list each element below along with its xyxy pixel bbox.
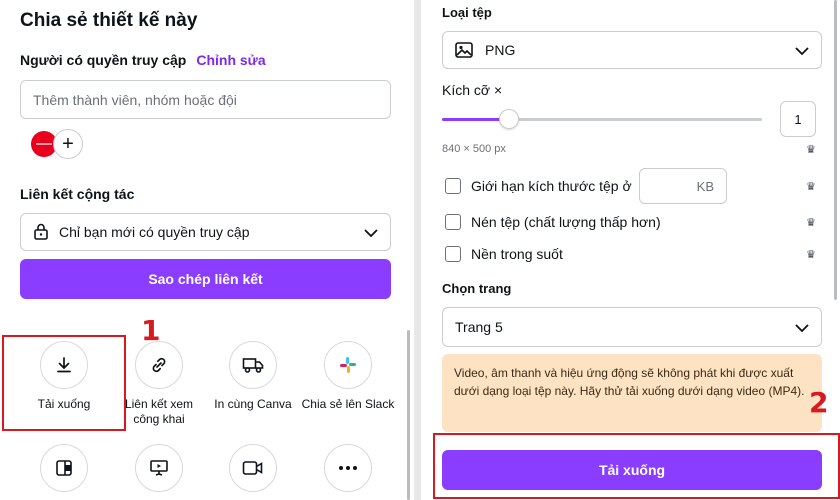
access-select[interactable]: Chỉ bạn mới có quyền truy cập (20, 213, 391, 251)
transparent-option[interactable]: Nền trong suốt (445, 246, 563, 262)
file-type-label: Loại tệp (442, 5, 492, 20)
limit-size-label: Giới hạn kích thước tệp ở (471, 178, 632, 194)
transparent-checkbox[interactable] (445, 246, 461, 262)
download-panel: Loại tệp PNG Kích cỡ × 1 840 × 500 px ♛ … (421, 0, 840, 500)
layout-icon (40, 444, 88, 492)
add-member-button[interactable]: + (53, 129, 83, 159)
share-option-more[interactable] (300, 444, 396, 500)
size-label: Kích cỡ × (442, 82, 503, 98)
annotation-box-1 (2, 335, 126, 431)
link-icon (135, 341, 183, 389)
page-label: Chọn trang (442, 281, 512, 296)
video-camera-icon (229, 444, 277, 492)
share-option-layout[interactable] (16, 444, 112, 500)
download-button[interactable]: Tải xuống (442, 450, 822, 490)
chevron-down-icon (364, 224, 378, 240)
kb-unit: KB (696, 178, 714, 194)
collab-label: Liên kết cộng tác (20, 186, 135, 202)
panel-title: Chia sẻ thiết kế này (20, 10, 198, 31)
plus-icon: + (62, 133, 74, 155)
copy-link-button[interactable]: Sao chép liên kết (20, 259, 391, 299)
annotation-marker-2: 2 (809, 386, 829, 419)
member-input[interactable] (20, 80, 391, 119)
page-value: Trang 5 (455, 319, 503, 335)
chevron-down-icon (795, 42, 809, 58)
compress-checkbox[interactable] (445, 214, 461, 230)
kb-input[interactable]: KB (639, 168, 727, 204)
dimensions-text: 840 × 500 px (442, 143, 506, 155)
limit-size-checkbox[interactable] (445, 178, 461, 194)
size-slider-thumb[interactable] (499, 109, 520, 129)
slack-icon (324, 341, 372, 389)
size-slider[interactable] (442, 109, 762, 129)
transparent-label: Nền trong suốt (471, 246, 563, 262)
crown-icon: ♛ (806, 217, 816, 229)
compress-label: Nén tệp (chất lượng thấp hơn) (471, 214, 661, 230)
truck-icon (229, 341, 277, 389)
edit-link[interactable]: Chỉnh sửa (196, 52, 265, 68)
file-type-select[interactable]: PNG (442, 31, 822, 69)
share-option-label: In cùng Canva (214, 397, 292, 411)
more-icon (324, 444, 372, 492)
share-option-present[interactable] (111, 444, 207, 500)
presentation-icon (135, 444, 183, 492)
export-notice: Video, âm thanh và hiệu ứng động sẽ khôn… (442, 354, 822, 432)
crown-icon: ♛ (806, 181, 816, 193)
share-panel: Chia sẻ thiết kế này Người có quyền truy… (0, 0, 414, 500)
page-select[interactable]: Trang 5 (442, 307, 822, 347)
access-value: Chỉ bạn mới có quyền truy cập (59, 224, 250, 240)
access-row: Người có quyền truy cập Chỉnh sửa (20, 52, 266, 68)
image-icon (455, 42, 473, 58)
access-label: Người có quyền truy cập (20, 52, 187, 68)
share-option-video[interactable] (205, 444, 301, 500)
scrollbar[interactable] (834, 0, 837, 300)
scrollbar[interactable] (407, 330, 410, 500)
file-type-value: PNG (485, 42, 516, 58)
crown-icon: ♛ (806, 144, 816, 156)
share-option-label: Chia sẻ lên Slack (301, 397, 395, 411)
size-input[interactable]: 1 (780, 101, 816, 137)
limit-size-option[interactable]: Giới hạn kích thước tệp ở (445, 178, 632, 194)
compress-option[interactable]: Nén tệp (chất lượng thấp hơn) (445, 214, 661, 230)
share-option-print[interactable]: In cùng Canva (205, 341, 301, 412)
annotation-marker-1: 1 (141, 314, 161, 347)
lock-icon (33, 222, 49, 243)
share-option-slack[interactable]: Chia sẻ lên Slack (300, 341, 396, 412)
chevron-down-icon (795, 319, 809, 335)
crown-icon: ♛ (806, 249, 816, 261)
